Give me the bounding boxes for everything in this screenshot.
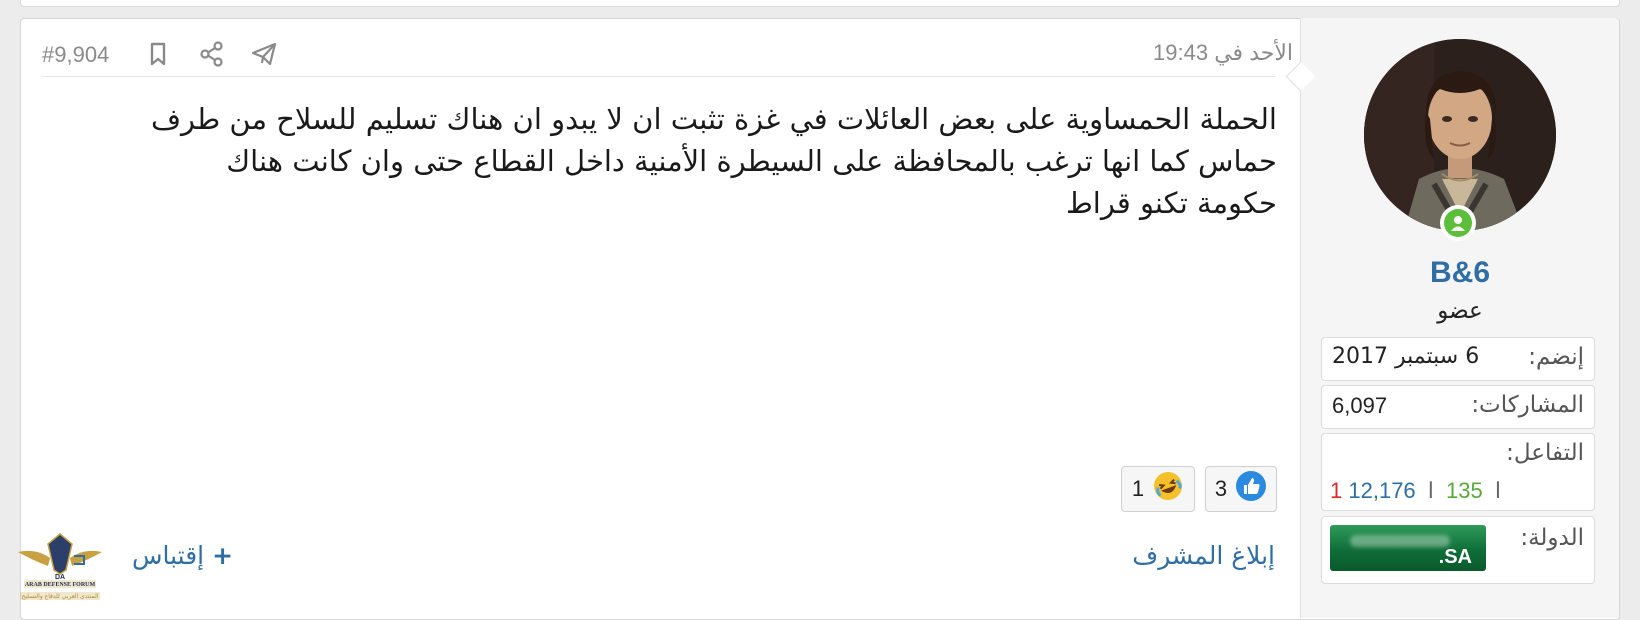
joined-value: 6 سبتمبر 2017 bbox=[1332, 344, 1480, 369]
like-count: 3 bbox=[1214, 476, 1228, 501]
negative-reactions: 1 bbox=[1330, 478, 1343, 503]
country-label: الدولة: bbox=[1520, 525, 1584, 551]
quote-label: إقتباس bbox=[132, 541, 205, 570]
user-online-icon bbox=[1444, 209, 1472, 237]
positive-reactions: 12,176 bbox=[1348, 478, 1416, 503]
arab-defense-forum-logo: DA ARAB DEFENSE FORUM المنتدى العربي للد… bbox=[14, 530, 106, 604]
country-flag-text: .SA bbox=[1438, 546, 1472, 568]
logo-text-ar: المنتدى العربي للدفاع والتسليح bbox=[21, 593, 99, 600]
saudi-flag-icon: .SA bbox=[1330, 525, 1486, 571]
joined-box: إنضم: 6 سبتمبر 2017 bbox=[1321, 337, 1595, 381]
reactions-label: التفاعل: bbox=[1506, 440, 1584, 466]
posts-label: المشاركات: bbox=[1471, 392, 1584, 418]
previous-post-edge bbox=[20, 0, 1620, 7]
like-icon bbox=[1235, 470, 1267, 508]
post-body: الحملة الحمساوية على بعض العائلات في غزة… bbox=[45, 98, 1277, 224]
laugh-icon bbox=[1152, 470, 1184, 508]
header-divider bbox=[42, 76, 1276, 77]
separator: ا bbox=[1494, 478, 1502, 503]
post-body-line: حكومة تكنو قراط bbox=[1065, 186, 1277, 220]
post-body-line: حماس كما انها ترغب بالمحافظة على السيطرة… bbox=[226, 144, 1277, 178]
reactions-box: التفاعل: 1 ا 135 ا 12,176 bbox=[1321, 433, 1595, 511]
plus-icon: + bbox=[212, 541, 234, 570]
post-number[interactable]: #9,904 bbox=[42, 42, 109, 68]
logo-letters: DA bbox=[54, 574, 66, 581]
telegram-icon[interactable] bbox=[250, 40, 278, 68]
posts-box: المشاركات: 6,097 bbox=[1321, 385, 1595, 429]
post-body-line: الحملة الحمساوية على بعض العائلات في غزة… bbox=[151, 102, 1277, 136]
post-date[interactable]: الأحد في 19:43 bbox=[1153, 40, 1293, 66]
reaction-laugh[interactable]: 1 bbox=[1121, 466, 1195, 512]
country-box: الدولة: .SA bbox=[1321, 516, 1595, 584]
separator: ا bbox=[1427, 478, 1434, 503]
report-link[interactable]: إبلاغ المشرف bbox=[1132, 541, 1275, 570]
laugh-count: 1 bbox=[1131, 476, 1145, 501]
posts-value: 6,097 bbox=[1332, 393, 1388, 418]
reaction-like[interactable]: 3 bbox=[1205, 466, 1277, 512]
username[interactable]: B&6 bbox=[1300, 256, 1620, 290]
joined-label: إنضم: bbox=[1528, 344, 1584, 370]
logo-text-en: ARAB DEFENSE FORUM bbox=[24, 582, 96, 588]
share-icon[interactable] bbox=[198, 40, 226, 68]
neutral-reactions: 135 bbox=[1446, 478, 1483, 503]
bookmark-icon[interactable] bbox=[144, 40, 172, 68]
online-status-badge bbox=[1440, 205, 1476, 241]
user-title: عضو bbox=[1437, 298, 1483, 324]
avatar[interactable] bbox=[1364, 39, 1556, 231]
quote-button[interactable]: + إقتباس bbox=[132, 541, 233, 570]
reaction-score-row: 1 ا 135 ا 12,176 bbox=[1330, 478, 1507, 504]
